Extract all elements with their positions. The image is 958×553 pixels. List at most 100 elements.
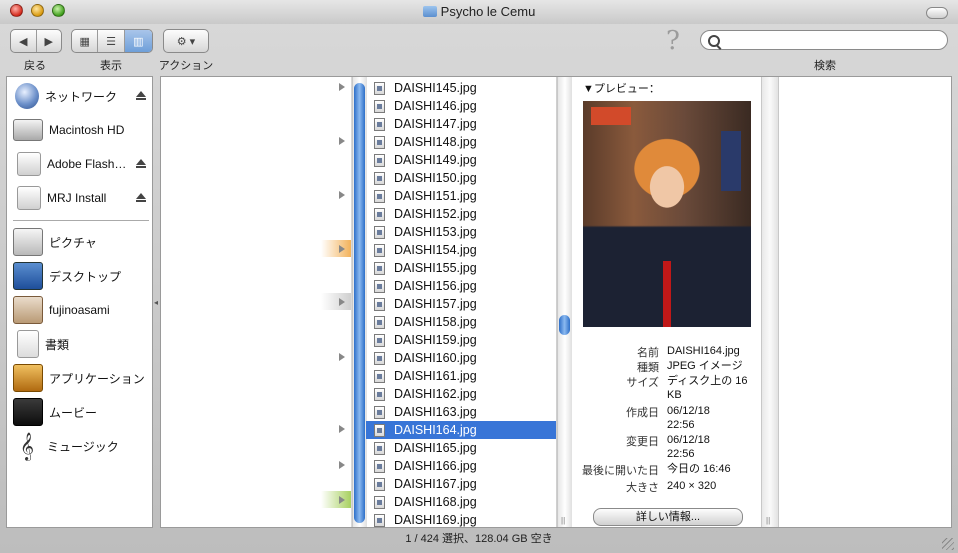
parent-folder-column: [161, 77, 352, 527]
sidebar-item-documents[interactable]: 書類: [7, 329, 152, 359]
sidebar-resize-handle[interactable]: ◂: [154, 298, 158, 307]
jpeg-file-icon: [374, 81, 385, 95]
file-name: DAISHI155.jpg: [394, 261, 477, 275]
sidebar-item-network[interactable]: ネットワーク: [7, 81, 152, 111]
documents-icon: [17, 330, 39, 358]
sidebar-item-home[interactable]: fujinoasami: [7, 295, 152, 325]
sidebar-item-mrj-install[interactable]: MRJ Install: [7, 183, 152, 213]
resize-grip-icon[interactable]: [942, 538, 954, 550]
file-row[interactable]: DAISHI147.jpg: [366, 115, 556, 133]
file-row[interactable]: DAISHI162.jpg: [366, 385, 556, 403]
action-menu-button[interactable]: ⚙ ▾: [163, 29, 209, 53]
sidebar-item-applications[interactable]: アプリケーション: [7, 363, 152, 393]
sidebar-item-desktop[interactable]: デスクトップ: [7, 261, 152, 291]
file-name: DAISHI166.jpg: [394, 459, 477, 473]
sidebar-item-pictures[interactable]: ピクチャ: [7, 227, 152, 257]
scrollbar-thumb[interactable]: [354, 83, 365, 523]
column-resize-grip[interactable]: ||: [766, 516, 770, 525]
search-label: 検索: [814, 60, 836, 72]
info-key: 大きさ: [626, 482, 659, 494]
parent-column-scrollbar[interactable]: [352, 77, 367, 527]
file-row[interactable]: DAISHI150.jpg: [366, 169, 556, 187]
file-row[interactable]: DAISHI164.jpg: [366, 421, 556, 439]
file-row[interactable]: DAISHI159.jpg: [366, 331, 556, 349]
preview-header[interactable]: ▼プレビュー：: [583, 80, 660, 96]
file-row[interactable]: DAISHI155.jpg: [366, 259, 556, 277]
view-label: 表示: [100, 60, 122, 72]
jpeg-file-icon: [374, 243, 385, 257]
jpeg-file-icon: [374, 207, 385, 221]
sidebar-item-movies[interactable]: ムービー: [7, 397, 152, 427]
file-row[interactable]: DAISHI146.jpg: [366, 97, 556, 115]
eject-icon[interactable]: [136, 159, 146, 168]
search-input[interactable]: [721, 33, 945, 49]
jpeg-file-icon: [374, 423, 385, 437]
disclosure-arrow-icon: [339, 83, 345, 91]
info-value: 06/12/18 22:56: [667, 434, 710, 460]
window-title: Psycho le Cemu: [0, 4, 958, 19]
file-name: DAISHI162.jpg: [394, 387, 477, 401]
forward-button[interactable]: ▶: [37, 30, 62, 52]
file-row[interactable]: DAISHI165.jpg: [366, 439, 556, 457]
file-row[interactable]: DAISHI148.jpg: [366, 133, 556, 151]
disclosure-arrow-icon: [339, 353, 345, 361]
preview-column-scrollbar[interactable]: ||: [761, 77, 779, 527]
column-view-button[interactable]: ▥: [124, 30, 152, 52]
file-row[interactable]: DAISHI151.jpg: [366, 187, 556, 205]
file-name: DAISHI161.jpg: [394, 369, 477, 383]
file-row[interactable]: DAISHI157.jpg: [366, 295, 556, 313]
jpeg-file-icon: [374, 297, 385, 311]
file-name: DAISHI168.jpg: [394, 495, 477, 509]
file-name: DAISHI158.jpg: [394, 315, 477, 329]
eject-icon[interactable]: [136, 193, 146, 202]
file-row[interactable]: DAISHI152.jpg: [366, 205, 556, 223]
file-row[interactable]: DAISHI163.jpg: [366, 403, 556, 421]
toolbar-toggle-button[interactable]: [926, 7, 948, 19]
more-info-button[interactable]: 詳しい情報...: [593, 508, 743, 526]
file-row[interactable]: DAISHI154.jpg: [366, 241, 556, 259]
file-row[interactable]: DAISHI145.jpg: [366, 79, 556, 97]
file-name: DAISHI152.jpg: [394, 207, 477, 221]
file-row[interactable]: DAISHI161.jpg: [366, 367, 556, 385]
file-column-scrollbar[interactable]: ||: [557, 77, 572, 527]
file-row[interactable]: DAISHI156.jpg: [366, 277, 556, 295]
file-row[interactable]: DAISHI153.jpg: [366, 223, 556, 241]
sidebar-item-label: fujinoasami: [49, 303, 110, 317]
jpeg-file-icon: [374, 369, 385, 383]
file-row[interactable]: DAISHI166.jpg: [366, 457, 556, 475]
help-icon[interactable]: ?: [666, 26, 680, 56]
folder-row-highlight[interactable]: [321, 240, 351, 257]
info-value: DAISHI164.jpg: [667, 345, 740, 357]
eject-icon[interactable]: [136, 91, 146, 100]
info-key: 最後に開いた日: [582, 465, 659, 477]
jpeg-file-icon: [374, 279, 385, 293]
file-row[interactable]: DAISHI160.jpg: [366, 349, 556, 367]
disclosure-arrow-icon: [339, 425, 345, 433]
folder-row-selected[interactable]: [321, 293, 351, 310]
scrollbar-thumb[interactable]: [559, 315, 570, 335]
disclosure-arrow-icon: [339, 496, 345, 504]
file-list-column: DAISHI145.jpg DAISHI146.jpg DAISHI147.jpg D…: [366, 77, 557, 527]
sidebar-item-macintosh-hd[interactable]: Macintosh HD: [7, 115, 152, 145]
file-row[interactable]: DAISHI169.jpg: [366, 511, 556, 527]
file-row[interactable]: DAISHI168.jpg: [366, 493, 556, 511]
list-view-button[interactable]: ☰: [98, 30, 125, 52]
sidebar-item-adobe-flash[interactable]: Adobe Flash…: [7, 149, 152, 179]
photo-tie: [663, 261, 671, 327]
search-field[interactable]: [700, 30, 948, 50]
jpeg-file-icon: [374, 99, 385, 113]
column-resize-grip[interactable]: ||: [561, 516, 565, 525]
back-button[interactable]: ◀: [11, 30, 37, 52]
title-bar[interactable]: Psycho le Cemu: [0, 0, 958, 24]
jpeg-file-icon: [374, 351, 385, 365]
file-row[interactable]: DAISHI149.jpg: [366, 151, 556, 169]
file-row[interactable]: DAISHI167.jpg: [366, 475, 556, 493]
icon-view-button[interactable]: ▦: [72, 30, 99, 52]
folder-row-label-green[interactable]: [321, 491, 351, 508]
toolbar: ◀ ▶ 戻る ▦ ☰ ▥ 表示 ⚙ ▾ アクション ? 検索: [0, 24, 958, 74]
file-row[interactable]: DAISHI158.jpg: [366, 313, 556, 331]
hard-disk-icon: [13, 119, 43, 141]
applications-icon: [13, 364, 43, 392]
sidebar-item-music[interactable]: 𝄞 ミュージック: [7, 431, 152, 461]
file-name: DAISHI154.jpg: [394, 243, 477, 257]
